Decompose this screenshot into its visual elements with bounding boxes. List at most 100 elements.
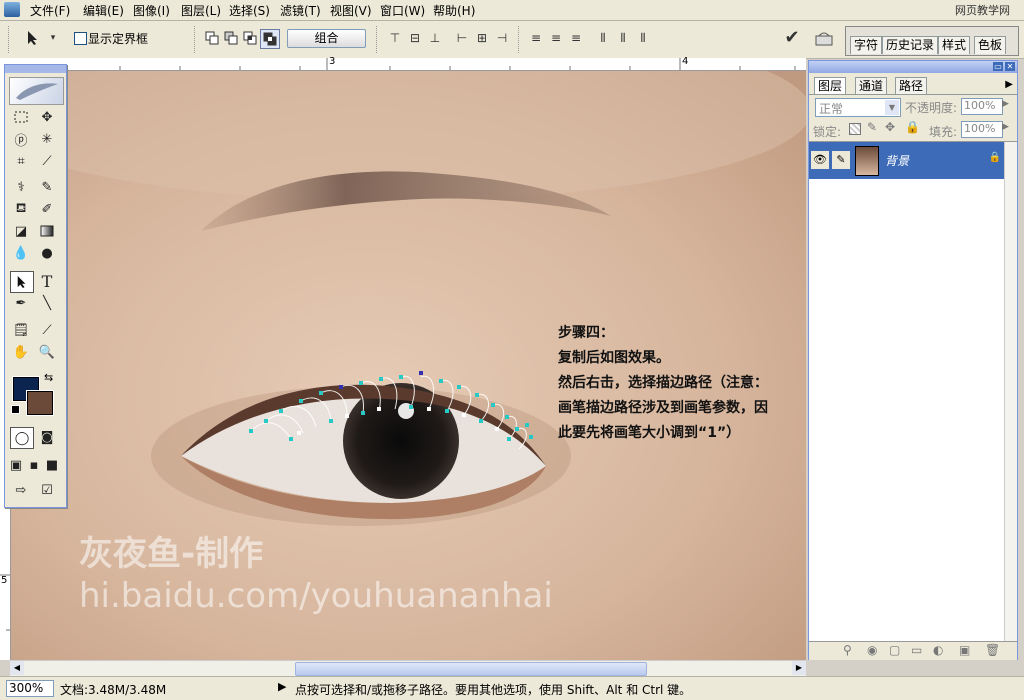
scroll-thumb[interactable] <box>295 662 647 676</box>
fill-input[interactable]: 100% <box>961 121 1003 138</box>
swap-colors-icon[interactable]: ⇆ <box>44 371 53 384</box>
combine-button[interactable]: 组合 <box>287 29 366 48</box>
distribute-left-icon[interactable]: ⦀ <box>594 29 612 47</box>
gradient-tool-icon[interactable] <box>36 221 58 241</box>
zoom-level-input[interactable]: 300% <box>6 680 54 697</box>
align-left-icon[interactable]: ⊢ <box>453 29 471 47</box>
tab-styles[interactable]: 样式 <box>938 36 971 54</box>
path-selection-tool-icon[interactable] <box>10 271 34 293</box>
crop-tool-icon[interactable]: ⌗ <box>10 151 32 171</box>
jump-to-imageready-icon[interactable]: ⇨ <box>10 480 32 500</box>
menu-image[interactable]: 图像(I) <box>133 2 170 19</box>
scroll-left-icon[interactable]: ◀ <box>10 661 24 675</box>
tab-paths[interactable]: 路径 <box>895 77 928 95</box>
zoom-tool-icon[interactable]: 🔍 <box>36 342 58 362</box>
clone-stamp-tool-icon[interactable]: ⛾ <box>10 199 32 219</box>
intersect-shape-area-icon[interactable] <box>241 29 259 47</box>
move-tool-icon[interactable]: ✥ <box>36 107 58 127</box>
new-layer-icon[interactable]: ▣ <box>959 643 970 657</box>
lasso-tool-icon[interactable]: ⓟ <box>10 129 32 149</box>
menu-layer[interactable]: 图层(L) <box>181 2 221 19</box>
menu-view[interactable]: 视图(V) <box>330 2 372 19</box>
blur-tool-icon[interactable]: 💧 <box>10 243 32 263</box>
healing-brush-tool-icon[interactable]: ⚕ <box>10 177 32 197</box>
menu-help[interactable]: 帮助(H) <box>433 2 475 19</box>
feather-logo[interactable] <box>9 77 64 105</box>
scroll-right-icon[interactable]: ▶ <box>792 661 806 675</box>
menu-edit[interactable]: 编辑(E) <box>83 2 124 19</box>
distribute-bottom-icon[interactable]: ≡ <box>567 29 585 47</box>
new-group-icon[interactable]: ▭ <box>911 643 922 657</box>
notes-tool-icon[interactable]: 🗒 <box>10 320 32 340</box>
tab-swatches[interactable]: 色板 <box>974 36 1007 54</box>
layer-name[interactable]: 背景 <box>885 152 909 169</box>
exclude-shape-area-icon[interactable] <box>260 29 280 49</box>
new-adjustment-layer-icon[interactable]: ◐ <box>933 643 943 657</box>
magic-wand-tool-icon[interactable]: ✳ <box>36 129 58 149</box>
opacity-input[interactable]: 100% <box>961 98 1003 115</box>
hand-tool-icon[interactable]: ✋ <box>10 342 32 362</box>
add-shape-area-icon[interactable] <box>203 29 221 47</box>
distribute-hcenter-icon[interactable]: ⦀ <box>614 29 632 47</box>
tab-character[interactable]: 字符 <box>850 36 883 54</box>
pen-tool-icon[interactable]: ✒ <box>10 293 32 313</box>
layers-scrollbar[interactable] <box>1004 142 1017 642</box>
tab-layers[interactable]: 图层 <box>814 77 847 95</box>
quick-mask-mode-icon[interactable]: ◙ <box>36 427 58 447</box>
layer-visibility-eye-icon[interactable]: 👁 <box>811 151 829 169</box>
tool-preset-dropdown-icon[interactable]: ▾ <box>44 29 62 47</box>
align-top-icon[interactable]: ⊤ <box>386 29 404 47</box>
palette-well-icon[interactable] <box>815 29 833 47</box>
lock-transparency-icon[interactable] <box>849 123 861 135</box>
eyedropper-tool-icon[interactable]: ⟋ <box>36 320 58 340</box>
history-brush-tool-icon[interactable]: ✐ <box>36 199 58 219</box>
delete-layer-icon[interactable]: 🗑 <box>985 643 1000 657</box>
lock-all-icon[interactable]: 🔒 <box>905 120 920 134</box>
tab-channels[interactable]: 通道 <box>855 77 888 95</box>
screen-mode-standard-icon[interactable]: ▣ <box>8 455 24 475</box>
toolbox-titlebar[interactable] <box>5 65 66 73</box>
screen-mode-full-icon[interactable]: ■ <box>44 455 60 475</box>
opacity-slider-icon[interactable]: ▶ <box>1002 99 1009 109</box>
dodge-tool-icon[interactable]: ● <box>36 243 58 263</box>
menu-select[interactable]: 选择(S) <box>229 2 270 19</box>
minimize-icon[interactable]: ▭ <box>993 62 1003 71</box>
link-layers-icon[interactable]: ⚲ <box>843 643 852 657</box>
imageready-check-icon[interactable]: ☑ <box>36 480 58 500</box>
slice-tool-icon[interactable]: ⟋ <box>36 151 58 171</box>
add-layer-style-icon[interactable]: ◉ <box>867 643 877 657</box>
tab-history[interactable]: 历史记录 <box>882 36 939 54</box>
menu-file[interactable]: 文件(F) <box>30 2 70 19</box>
align-right-icon[interactable]: ⊣ <box>493 29 511 47</box>
standard-mode-icon[interactable]: ◯ <box>10 427 34 449</box>
menu-window[interactable]: 窗口(W) <box>380 2 425 19</box>
add-mask-icon[interactable]: ▢ <box>889 643 900 657</box>
marquee-tool-icon[interactable] <box>10 107 32 127</box>
panel-menu-icon[interactable]: ▶ <box>1005 79 1013 90</box>
distribute-vcenter-icon[interactable]: ≡ <box>547 29 565 47</box>
distribute-top-icon[interactable]: ≡ <box>527 29 545 47</box>
subtract-shape-area-icon[interactable] <box>222 29 240 47</box>
commit-check-icon[interactable]: ✔ <box>783 27 801 48</box>
line-tool-icon[interactable]: ╲ <box>36 293 58 313</box>
background-color-swatch[interactable] <box>26 390 54 416</box>
blend-mode-select[interactable]: 正常 ▼ <box>815 98 901 117</box>
brush-tool-icon[interactable]: ✎ <box>36 177 58 197</box>
type-tool-icon[interactable]: T <box>36 271 58 291</box>
menu-filter[interactable]: 滤镜(T) <box>280 2 321 19</box>
close-icon[interactable]: ✕ <box>1005 62 1015 71</box>
document-canvas[interactable]: 步骤四： 复制后如图效果。 然后右击，选择描边路径（注意： 画笔描边路径涉及到画… <box>11 71 806 660</box>
align-bottom-icon[interactable]: ⊥ <box>426 29 444 47</box>
horizontal-scrollbar[interactable]: ◀ ▶ <box>10 660 806 676</box>
status-menu-icon[interactable]: ▶ <box>278 680 286 693</box>
align-hcenter-icon[interactable]: ⊞ <box>473 29 491 47</box>
eraser-tool-icon[interactable]: ◪ <box>10 221 32 241</box>
align-vcenter-icon[interactable]: ⊟ <box>406 29 424 47</box>
layer-row[interactable]: 👁 ✎ 背景 🔒 <box>809 142 1004 179</box>
default-colors-icon[interactable] <box>11 405 20 414</box>
lock-position-icon[interactable]: ✥ <box>885 120 895 134</box>
show-bbox-checkbox[interactable] <box>74 32 87 45</box>
screen-mode-full-menu-icon[interactable]: ▪ <box>26 455 42 475</box>
fill-slider-icon[interactable]: ▶ <box>1002 122 1009 132</box>
layers-panel-titlebar[interactable]: ▭ ✕ <box>809 61 1017 73</box>
